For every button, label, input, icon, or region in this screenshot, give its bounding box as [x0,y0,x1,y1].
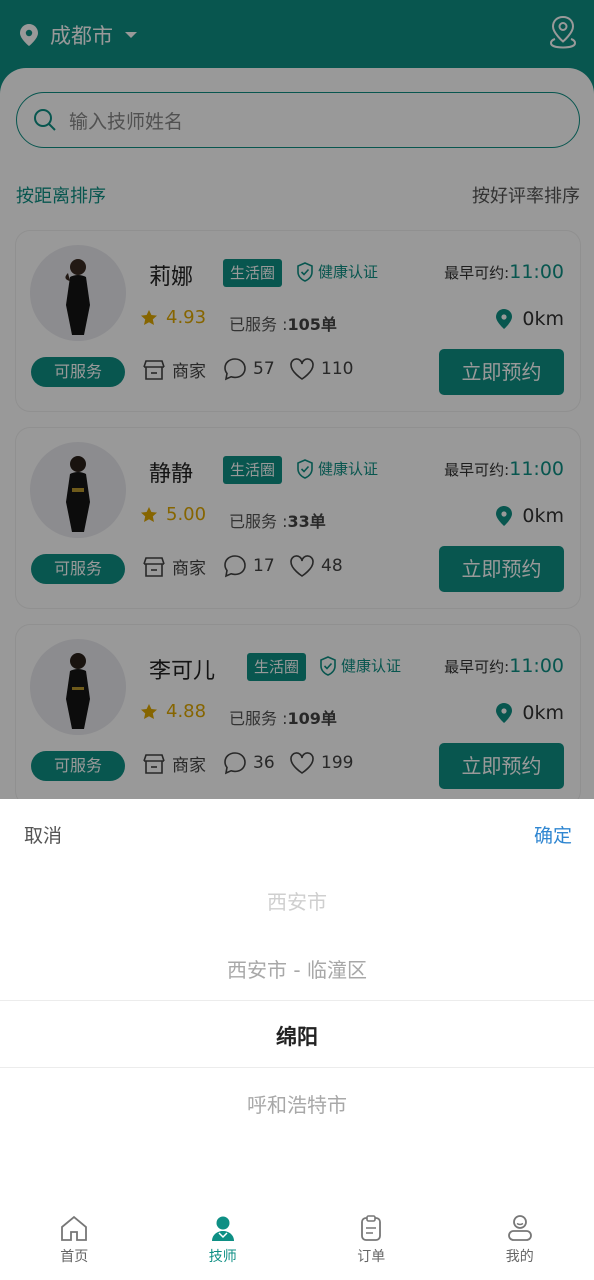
nav-item-technician[interactable]: 技师 [149,1200,298,1280]
picker-option-selected[interactable]: 绵阳 [0,1021,594,1051]
nav-label: 订单 [357,1249,386,1265]
nav-item-home[interactable]: 首页 [0,1200,149,1280]
nav-label: 技师 [208,1249,237,1265]
cancel-button[interactable]: 取消 [24,821,62,848]
order-icon [361,1215,382,1241]
nav-item-orders[interactable]: 订单 [297,1200,446,1280]
selection-divider [0,1000,594,1001]
bottom-nav: 首页 技师 订单 我的 [0,1200,594,1280]
selection-divider [0,1067,594,1068]
picker-option[interactable]: 西安市 [0,886,594,915]
nav-label: 首页 [60,1249,89,1265]
modal-backdrop[interactable] [0,0,594,799]
picker-option[interactable]: 呼和浩特市 [0,1089,594,1118]
home-icon [61,1215,88,1241]
nav-item-profile[interactable]: 我的 [446,1200,594,1280]
profile-icon [507,1215,532,1241]
picker-option[interactable]: 西安市 - 临潼区 [0,954,594,983]
technician-icon [211,1216,234,1241]
confirm-button[interactable]: 确定 [534,821,572,848]
nav-label: 我的 [505,1249,534,1265]
